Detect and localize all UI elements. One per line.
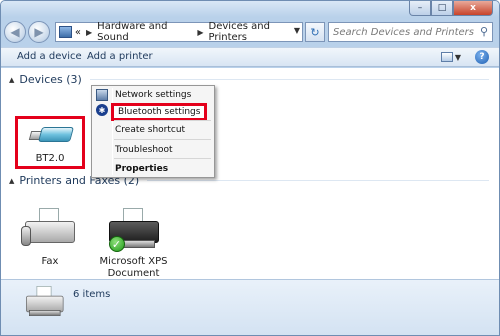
device-bt2-0[interactable]: BT2.0 <box>15 116 85 169</box>
view-options-caret-icon[interactable]: ▼ <box>455 53 461 62</box>
details-pane: 6 items <box>1 279 499 335</box>
devices-and-printers-window: – □ x ◀ ▶ « ▶ Hardware and Sound ▶ Devic… <box>0 0 500 336</box>
back-button[interactable]: ◀ <box>4 21 26 43</box>
fax-body <box>25 221 75 243</box>
breadcrumb-separator[interactable]: ▶ <box>86 28 92 37</box>
command-bar-right: ▼ ? <box>440 50 489 64</box>
printers-group-header[interactable]: ▲ Printers and Faxes (2) <box>9 174 489 187</box>
devices-group-label: Devices (3) <box>19 73 82 86</box>
navigation-bar: ◀ ▶ « ▶ Hardware and Sound ▶ Devices and… <box>1 19 499 45</box>
context-menu: Network settings ✱ Bluetooth settings Cr… <box>91 85 215 178</box>
printer-icon <box>23 286 67 321</box>
device-fax[interactable]: Fax <box>15 208 85 268</box>
menu-item-bluetooth-settings[interactable]: Bluetooth settings <box>111 103 208 121</box>
add-device-button[interactable]: Add a device <box>17 51 82 62</box>
forward-arrow-icon: ▶ <box>34 25 44 39</box>
search-icon[interactable]: ⚲ <box>480 25 488 38</box>
item-count: 6 items <box>73 289 111 300</box>
devices-and-printers-icon <box>23 286 69 330</box>
network-icon <box>96 89 108 101</box>
content-pane: ▲ Devices (3) BT2.0 ▲ Printers and Faxes… <box>1 68 499 291</box>
forward-button[interactable]: ▶ <box>28 21 50 43</box>
search-input[interactable]: Search Devices and Printers ⚲ <box>328 22 493 42</box>
default-printer-check-icon: ✓ <box>108 236 125 252</box>
collapse-triangle-icon[interactable]: ▲ <box>9 177 14 185</box>
device-label: Fax <box>41 256 59 267</box>
minimize-button[interactable]: – <box>409 1 431 16</box>
breadcrumb-separator[interactable]: ▶ <box>197 28 203 37</box>
menu-gutter <box>112 88 113 175</box>
printer-tray <box>29 310 61 316</box>
search-placeholder: Search Devices and Printers <box>333 26 474 38</box>
command-bar: Add a device Add a printer ▼ ? <box>1 47 499 67</box>
dongle-body <box>37 127 75 142</box>
help-icon[interactable]: ? <box>475 50 489 64</box>
menu-separator <box>114 158 211 159</box>
title-bar: – □ x <box>1 1 499 17</box>
back-arrow-icon: ◀ <box>10 25 20 39</box>
printer-icon: ✓ <box>105 208 163 254</box>
devices-group-header[interactable]: ▲ Devices (3) <box>9 73 489 86</box>
menu-item-troubleshoot[interactable]: Troubleshoot <box>115 145 173 155</box>
close-button[interactable]: x <box>453 1 493 16</box>
control-panel-icon <box>59 26 72 38</box>
address-dropdown-icon[interactable]: ▼ <box>294 26 300 35</box>
breadcrumb-devices-and-printers[interactable]: Devices and Printers <box>209 21 302 43</box>
address-bar[interactable]: « ▶ Hardware and Sound ▶ Devices and Pri… <box>55 21 303 43</box>
menu-item-network-settings[interactable]: Network settings <box>115 90 191 100</box>
menu-separator <box>114 120 211 121</box>
refresh-icon: ↻ <box>310 25 320 39</box>
add-printer-button[interactable]: Add a printer <box>87 51 153 62</box>
breadcrumb-hardware-and-sound[interactable]: Hardware and Sound <box>97 21 192 43</box>
menu-item-create-shortcut[interactable]: Create shortcut <box>115 125 185 135</box>
change-view-icon[interactable] <box>440 52 453 62</box>
group-divider <box>147 180 489 181</box>
caption-buttons: – □ x <box>409 1 493 16</box>
bluetooth-icon: ✱ <box>96 104 108 116</box>
usb-bluetooth-dongle-icon <box>28 125 75 145</box>
menu-item-properties[interactable]: Properties <box>115 164 168 174</box>
breadcrumb-overflow[interactable]: « <box>75 27 81 38</box>
maximize-button[interactable]: □ <box>431 1 453 16</box>
device-label: BT2.0 <box>35 153 65 164</box>
collapse-triangle-icon[interactable]: ▲ <box>9 76 14 84</box>
fax-icon <box>21 208 79 254</box>
refresh-button[interactable]: ↻ <box>305 22 325 42</box>
fax-handset <box>21 226 31 246</box>
menu-separator <box>114 139 211 140</box>
group-divider <box>89 79 489 80</box>
